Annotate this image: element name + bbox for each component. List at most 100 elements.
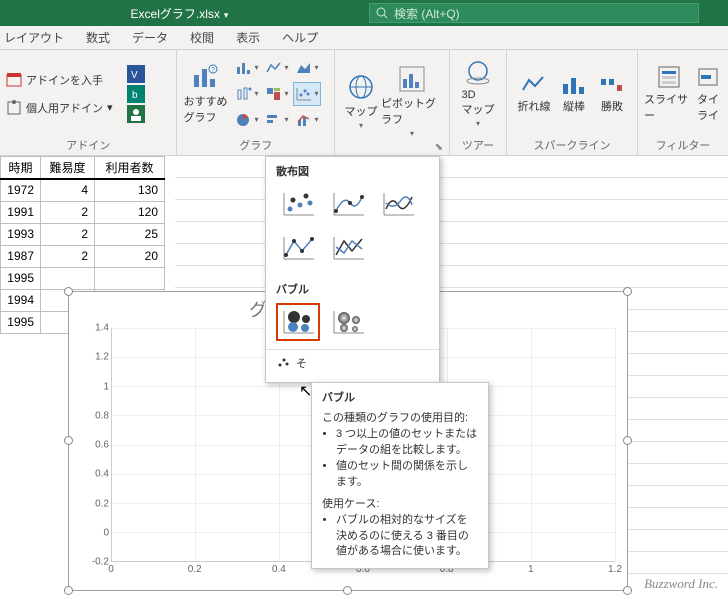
scatter-markers-option[interactable]	[276, 185, 320, 223]
get-addins-button[interactable]: アドインを入手	[6, 69, 113, 91]
globe-icon	[347, 73, 375, 101]
tab-help[interactable]: ヘルプ	[282, 29, 318, 46]
col-header[interactable]: 時期	[1, 157, 41, 180]
timeline-icon	[697, 65, 719, 89]
table-row: 1995	[1, 267, 165, 289]
group-sparklines: 折れ線 縦棒 勝敗 スパークライン	[507, 50, 638, 155]
pivot-label: ピボットグラフ	[381, 95, 443, 127]
ytick: -0.2	[92, 557, 109, 568]
more-scatter-option[interactable]: そ	[266, 349, 439, 376]
worksheet-area[interactable]: 時期 難易度 利用者数 19724130 19912120 1993225 19…	[0, 156, 728, 600]
resize-handle[interactable]	[623, 436, 632, 445]
filename-text: Excelグラフ.xlsx	[131, 7, 220, 21]
tooltip-title: バブル	[322, 391, 478, 407]
3d-globe-icon	[464, 59, 492, 87]
scatter-smooth-option[interactable]	[376, 185, 420, 223]
dialog-launcher-icon[interactable]: ⬊	[435, 142, 443, 153]
map-button[interactable]: マップ▾	[341, 65, 381, 139]
timeline-button[interactable]: タイ ライ	[694, 57, 722, 131]
people-icon[interactable]	[127, 105, 145, 123]
group-label: フィルター	[644, 135, 722, 155]
sparkline-winloss-button[interactable]: 勝敗	[593, 57, 631, 131]
resize-handle[interactable]	[64, 287, 73, 296]
recommended-charts-button[interactable]: ? おすすめ グラフ	[183, 57, 227, 131]
xtick: 1	[528, 564, 534, 575]
bubble-section-label: バブル	[266, 275, 439, 301]
svg-text:?: ?	[211, 67, 215, 74]
spark-col-label: 縦棒	[563, 98, 585, 114]
search-input[interactable]: 検索 (Alt+Q)	[369, 3, 699, 23]
slicer-icon	[656, 65, 682, 89]
tab-layout[interactable]: レイアウト	[4, 29, 64, 46]
rec-chart-label: おすすめ グラフ	[183, 93, 227, 125]
scatter-mini-icon	[276, 356, 290, 370]
my-addins-button[interactable]: 個人用アドイン ▾	[6, 97, 113, 119]
my-addins-label: 個人用アドイン	[26, 100, 103, 116]
3d-map-button[interactable]: 3D マップ▾	[456, 57, 500, 131]
resize-handle[interactable]	[64, 436, 73, 445]
bubble-3d-option[interactable]	[326, 303, 370, 341]
line-chart-button[interactable]: ▾	[263, 56, 291, 80]
group-addins: アドインを入手 個人用アドイン ▾ V b アドイン	[0, 50, 177, 155]
scatter-chart-button[interactable]: ▾	[293, 82, 321, 106]
table-row: 19912120	[1, 201, 165, 223]
bar-chart-button[interactable]: ▾	[263, 108, 291, 132]
tab-review[interactable]: 校閲	[190, 29, 214, 46]
table-row: 1993225	[1, 223, 165, 245]
tab-data[interactable]: データ	[132, 29, 168, 46]
scatter-lines-markers-option[interactable]	[276, 229, 320, 267]
file-title[interactable]: Excelグラフ.xlsx ▾	[0, 5, 359, 22]
get-addins-label: アドインを入手	[26, 72, 103, 88]
resize-handle[interactable]	[343, 586, 352, 595]
scatter-smooth-markers-option[interactable]	[326, 185, 370, 223]
ribbon: アドインを入手 個人用アドイン ▾ V b アドイン ? おすすめ グラフ	[0, 50, 728, 156]
group-charts: ? おすすめ グラフ ▾ ▾ ▾ ▾ ▾ ▾ ▾ ▾ ▾ グラフ	[177, 50, 335, 155]
column-chart-button[interactable]: ▾	[233, 56, 261, 80]
tooltip-purpose-label: この種類のグラフの使用目的:	[322, 411, 478, 427]
pivot-chart-button[interactable]: ピボットグラフ▾	[381, 65, 443, 139]
3d-map-label: 3D マップ	[462, 89, 495, 117]
tab-formula[interactable]: 数式	[86, 29, 110, 46]
ribbon-tabs: レイアウト 数式 データ 校閲 表示 ヘルプ	[0, 26, 728, 50]
table-row: 1987220	[1, 245, 165, 267]
ytick: 0	[103, 527, 109, 538]
stats-chart-button[interactable]: ▾	[233, 82, 261, 106]
dropdown-icon: ▾	[224, 10, 229, 20]
ytick: 1.4	[95, 323, 109, 334]
xtick: 0	[108, 564, 114, 575]
resize-handle[interactable]	[64, 586, 73, 595]
tooltip-usecase-label: 使用ケース:	[322, 497, 478, 513]
ytick: 1	[103, 381, 109, 392]
spark-line-label: 折れ線	[518, 98, 551, 114]
col-header[interactable]: 利用者数	[95, 157, 165, 180]
area-chart-button[interactable]: ▾	[293, 56, 321, 80]
bing-icon[interactable]: b	[127, 85, 145, 103]
pie-chart-button[interactable]: ▾	[233, 108, 261, 132]
more-scatter-label: そ	[296, 355, 307, 371]
spark-wl-label: 勝敗	[601, 98, 623, 114]
sparkline-line-button[interactable]: 折れ線	[513, 57, 555, 131]
combo-chart-button[interactable]: ▾	[293, 108, 321, 132]
resize-handle[interactable]	[623, 287, 632, 296]
svg-text:b: b	[132, 90, 138, 101]
puzzle-icon	[6, 100, 22, 116]
tab-view[interactable]: 表示	[236, 29, 260, 46]
visio-icon[interactable]: V	[127, 65, 145, 83]
col-header[interactable]: 難易度	[41, 157, 95, 180]
sparkline-column-button[interactable]: 縦棒	[555, 57, 593, 131]
svg-text:V: V	[131, 70, 138, 81]
scatter-dropdown-panel: 散布図 バブル そ	[265, 156, 440, 383]
group-label: スパークライン	[513, 135, 631, 155]
chart-tooltip: ↖ バブル この種類のグラフの使用目的: 3 つ以上の値のセットまたはデータの組…	[311, 382, 489, 569]
hierarchy-chart-button[interactable]: ▾	[263, 82, 291, 106]
scatter-lines-option[interactable]	[326, 229, 370, 267]
ytick: 0.2	[95, 498, 109, 509]
table-row: 19724130	[1, 179, 165, 201]
resize-handle[interactable]	[623, 586, 632, 595]
bubble-option[interactable]	[276, 303, 320, 341]
store-icon	[6, 72, 22, 88]
map-label: マップ	[345, 103, 378, 119]
title-bar: Excelグラフ.xlsx ▾ 検索 (Alt+Q)	[0, 0, 728, 26]
group-label: アドイン	[6, 135, 170, 155]
slicer-button[interactable]: スライサー	[644, 57, 694, 131]
